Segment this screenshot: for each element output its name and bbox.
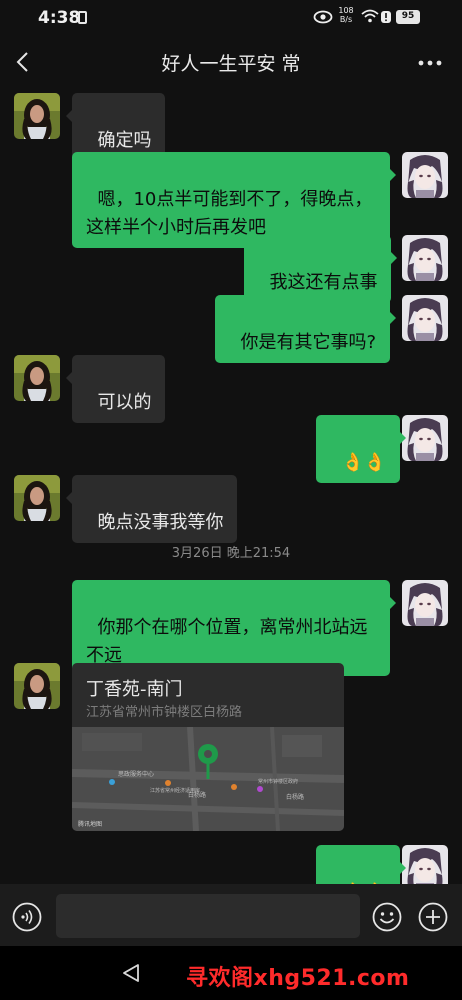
map-label: 思政服务中心 [118, 770, 154, 778]
contact-avatar[interactable] [14, 355, 60, 401]
map-poi-icon [109, 779, 115, 785]
message-text: 嗯，10点半可能到不了，得晚点， 这样半个小时后再发吧 [86, 189, 373, 238]
message-text: 确定吗 [97, 130, 152, 151]
more-icon[interactable] [418, 60, 442, 66]
input-bar [0, 884, 462, 946]
my-avatar[interactable] [402, 295, 448, 341]
my-avatar[interactable] [402, 235, 448, 281]
wifi-icon [361, 9, 379, 23]
alert-icon [381, 11, 391, 23]
lock-icon [78, 11, 87, 24]
my-avatar[interactable] [402, 415, 448, 461]
message-text: 你那个在哪个位置，离常州北站远 不远 [86, 617, 368, 666]
contact-avatar[interactable] [14, 93, 60, 139]
map-label: 白杨路 [286, 793, 304, 801]
my-avatar[interactable] [402, 580, 448, 626]
watermark-text: 寻欢阁xhg521.com [186, 966, 410, 991]
status-bar: 4:38 108 B/s 95 [0, 0, 462, 36]
map-poi-icon [231, 784, 237, 790]
map-poi-icon [257, 786, 263, 792]
message-bubble-outgoing[interactable]: 你是有其它事吗? [215, 295, 397, 363]
net-speed: 108 B/s [338, 6, 354, 24]
location-name: 丁香苑-南门 [86, 679, 183, 700]
location-address: 江苏省常州市钟楼区白杨路 [86, 705, 243, 720]
message-text: 你是有其它事吗? [240, 332, 377, 353]
message-text: 我这还有点事 [269, 272, 378, 293]
message-bubble-outgoing[interactable]: 我这还有点事 [244, 235, 398, 303]
status-time: 4:38 [38, 8, 81, 28]
map-label: 白杨路 [188, 791, 206, 799]
message-bubble-incoming[interactable]: 确定吗 [66, 93, 166, 161]
map-attribution: 腾讯地图 [78, 820, 102, 828]
message-bubble-outgoing[interactable]: 你那个在哪个位置，离常州北站远 不远 [72, 580, 396, 676]
plus-icon[interactable] [418, 902, 448, 932]
nav-back-icon[interactable] [120, 962, 142, 984]
message-bubble-incoming[interactable]: 晚点没事我等你 [66, 475, 238, 543]
location-card[interactable]: 丁香苑-南门 江苏省常州市钟楼区白杨路 思政服务中心 江苏省常州经济适用房 白杨… [72, 663, 344, 831]
net-speed-value: 108 [338, 6, 354, 15]
contact-avatar[interactable] [14, 663, 60, 709]
message-text: 可以的 [97, 392, 152, 413]
chat-title: 好人一生平安 常 [161, 53, 301, 75]
system-nav-bar: 寻欢阁xhg521.com [0, 946, 462, 1000]
message-input[interactable] [56, 894, 360, 938]
message-text: 晚点没事我等你 [97, 512, 224, 533]
chat-header: 好人一生平安 常 [0, 36, 462, 88]
message-bubble-outgoing[interactable]: 嗯，10点半可能到不了，得晚点， 这样半个小时后再发吧 [72, 152, 396, 248]
message-bubble-incoming[interactable]: 可以的 [66, 355, 166, 423]
location-map[interactable]: 思政服务中心 江苏省常州经济适用房 白杨路 白杨路 常州市钟楼区政府 腾讯地图 [72, 727, 344, 831]
eye-icon [313, 10, 333, 24]
contact-avatar[interactable] [14, 475, 60, 521]
map-label: 常州市钟楼区政府 [258, 778, 298, 785]
chat-timestamp: 3月26日 晚上21:54 [171, 546, 291, 561]
message-text: 👌👌 [341, 452, 387, 473]
net-speed-unit: B/s [339, 15, 353, 24]
map-poi-icon [165, 780, 171, 786]
battery-indicator: 95 [396, 10, 420, 24]
emoji-icon[interactable] [372, 902, 402, 932]
message-bubble-outgoing[interactable]: 👌👌 [316, 415, 407, 483]
voice-icon[interactable] [12, 902, 42, 932]
my-avatar[interactable] [402, 152, 448, 198]
